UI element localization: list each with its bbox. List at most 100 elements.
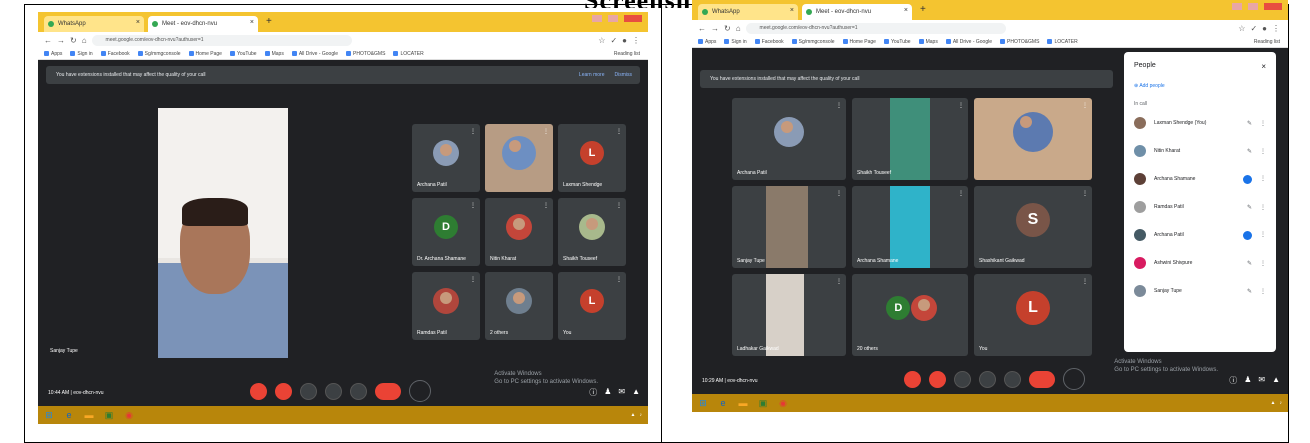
windows-start-icon[interactable]: ⊞	[42, 409, 56, 421]
tray-icon[interactable]: ▲	[1271, 400, 1276, 406]
minimize-button[interactable]	[1232, 3, 1242, 10]
tab-whatsapp[interactable]: WhatsApp ×	[698, 4, 798, 20]
close-window-button[interactable]	[624, 15, 642, 22]
more-options-button[interactable]	[1004, 370, 1021, 388]
back-icon[interactable]: ←	[698, 24, 706, 33]
bookmark-item[interactable]: Home Page	[189, 51, 222, 57]
more-icon[interactable]: ⋮	[1260, 120, 1266, 127]
more-icon[interactable]: ⋮	[1260, 260, 1266, 267]
present-button[interactable]	[325, 382, 342, 400]
participant-tile[interactable]: ⋮ Shaikh Touseef	[558, 198, 626, 266]
participant-tile[interactable]: ⋮ Nitin Kharat	[485, 198, 553, 266]
folder-icon[interactable]: ▬	[82, 409, 96, 421]
more-icon[interactable]: ⋮	[616, 128, 622, 135]
bookmark-item[interactable]: Sg/mmgconsole	[138, 51, 181, 57]
chat-icon[interactable]: ✉	[618, 387, 625, 398]
extensions-icon[interactable]: ✓	[610, 36, 617, 45]
raise-hand-button[interactable]	[1063, 368, 1085, 390]
participant-tile[interactable]: L ⋮ You	[974, 274, 1092, 356]
bookmark-item[interactable]: Apps	[698, 39, 716, 45]
more-options-button[interactable]	[350, 382, 367, 400]
participant-tile[interactable]: ⋮ Shaikh Touseef	[852, 98, 968, 180]
star-icon[interactable]: ☆	[1238, 24, 1245, 33]
mic-off-icon[interactable]: ✎	[1247, 260, 1252, 267]
reload-icon[interactable]: ↻	[70, 36, 77, 45]
ie-icon[interactable]: e	[716, 397, 730, 409]
volume-icon[interactable]: ♪	[1280, 400, 1283, 406]
chat-icon[interactable]: ✉	[1258, 375, 1265, 386]
forward-icon[interactable]: →	[711, 24, 719, 33]
extensions-icon[interactable]: ✓	[1250, 24, 1257, 33]
activities-icon[interactable]: ▲	[1272, 375, 1280, 386]
mic-off-button[interactable]	[250, 382, 267, 400]
reading-list[interactable]: Reading list	[614, 51, 648, 57]
participant-tile[interactable]: ⋮	[974, 98, 1092, 180]
mic-off-icon[interactable]: ✎	[1247, 204, 1252, 211]
mic-off-icon[interactable]: ✎	[1247, 120, 1252, 127]
end-call-button[interactable]	[1029, 370, 1055, 388]
excel-icon[interactable]: ▣	[756, 397, 770, 409]
tab-meet[interactable]: Meet - eov-dhcn-nvu ×	[148, 16, 258, 32]
dismiss-button[interactable]: Dismiss	[615, 72, 633, 78]
folder-icon[interactable]: ▬	[736, 397, 750, 409]
close-icon[interactable]: ×	[1261, 62, 1266, 71]
participant-tile[interactable]: D 20 others	[852, 274, 968, 356]
more-icon[interactable]: ⋮	[543, 202, 549, 209]
close-icon[interactable]: ×	[250, 19, 254, 26]
menu-icon[interactable]: ⋮	[632, 36, 640, 45]
participant-tile[interactable]: ⋮ Sanjay Tupe	[732, 186, 846, 268]
windows-start-icon[interactable]: ⊞	[696, 397, 710, 409]
camera-off-button[interactable]	[275, 382, 292, 400]
list-item[interactable]: Sanjay Tupe ✎ ⋮	[1124, 277, 1276, 305]
reload-icon[interactable]: ↻	[724, 24, 731, 33]
profile-icon[interactable]: ●	[1262, 24, 1267, 33]
participant-tile[interactable]: ⋮ Archana Patil	[732, 98, 846, 180]
excel-icon[interactable]: ▣	[102, 409, 116, 421]
new-tab-button[interactable]: +	[916, 4, 930, 20]
more-icon[interactable]: ⋮	[470, 276, 476, 283]
bookmark-item[interactable]: All Drive - Google	[946, 39, 992, 45]
participant-tile[interactable]: L ⋮ Laxman Shendge	[558, 124, 626, 192]
bookmark-item[interactable]: Maps	[919, 39, 938, 45]
chrome-icon[interactable]: ◉	[122, 409, 136, 421]
more-icon[interactable]: ⋮	[1082, 278, 1088, 285]
star-icon[interactable]: ☆	[598, 36, 605, 45]
learn-more-link[interactable]: Learn more	[579, 72, 605, 78]
more-icon[interactable]: ⋮	[470, 202, 476, 209]
info-icon[interactable]: ⓘ	[589, 387, 597, 398]
list-item[interactable]: Ashwini Shivpure ✎ ⋮	[1124, 249, 1276, 277]
more-icon[interactable]: ⋮	[958, 190, 964, 197]
bookmark-item[interactable]: YouTube	[230, 51, 257, 57]
bookmark-item[interactable]: LOCATER	[1047, 39, 1077, 45]
bookmark-item[interactable]: All Drive - Google	[292, 51, 338, 57]
captions-button[interactable]	[300, 382, 317, 400]
info-icon[interactable]: ⓘ	[1229, 375, 1237, 386]
participant-tile[interactable]: L ⋮ You	[558, 272, 626, 340]
more-icon[interactable]: ⋮	[1260, 204, 1266, 211]
participant-tile[interactable]: D ⋮ Dr. Archana Shamane	[412, 198, 480, 266]
participant-tile[interactable]: ⋮	[485, 124, 553, 192]
list-item[interactable]: Ramdas Patil ✎ ⋮	[1124, 193, 1276, 221]
raise-hand-button[interactable]	[409, 380, 431, 402]
chrome-icon[interactable]: ◉	[776, 397, 790, 409]
more-icon[interactable]: ⋮	[543, 128, 549, 135]
participant-tile[interactable]: ⋮ Ladhakar Gaikwad	[732, 274, 846, 356]
more-icon[interactable]: ⋮	[616, 202, 622, 209]
mic-off-button[interactable]	[904, 370, 921, 388]
reading-list[interactable]: Reading list	[1254, 39, 1288, 45]
participant-tile[interactable]: ⋮ Archana Shamane	[852, 186, 968, 268]
participant-tile[interactable]: ⋮ Archana Patil	[412, 124, 480, 192]
bookmark-item[interactable]: PHOTO&GMS	[1000, 39, 1039, 45]
camera-off-button[interactable]	[929, 370, 946, 388]
url-input[interactable]: meet.google.com/eov-dhcn-nvu?authuser=1	[745, 22, 1006, 34]
bookmark-item[interactable]: Sign in	[70, 51, 92, 57]
minimize-button[interactable]	[592, 15, 602, 22]
close-icon[interactable]: ×	[790, 7, 794, 14]
tab-meet[interactable]: Meet - eov-dhcn-nvu ×	[802, 4, 912, 20]
home-icon[interactable]: ⌂	[82, 36, 87, 45]
people-icon[interactable]: ♟	[604, 387, 611, 398]
present-button[interactable]	[979, 370, 996, 388]
mic-off-icon[interactable]: ✎	[1247, 148, 1252, 155]
activities-icon[interactable]: ▲	[632, 387, 640, 398]
more-icon[interactable]: ⋮	[836, 102, 842, 109]
